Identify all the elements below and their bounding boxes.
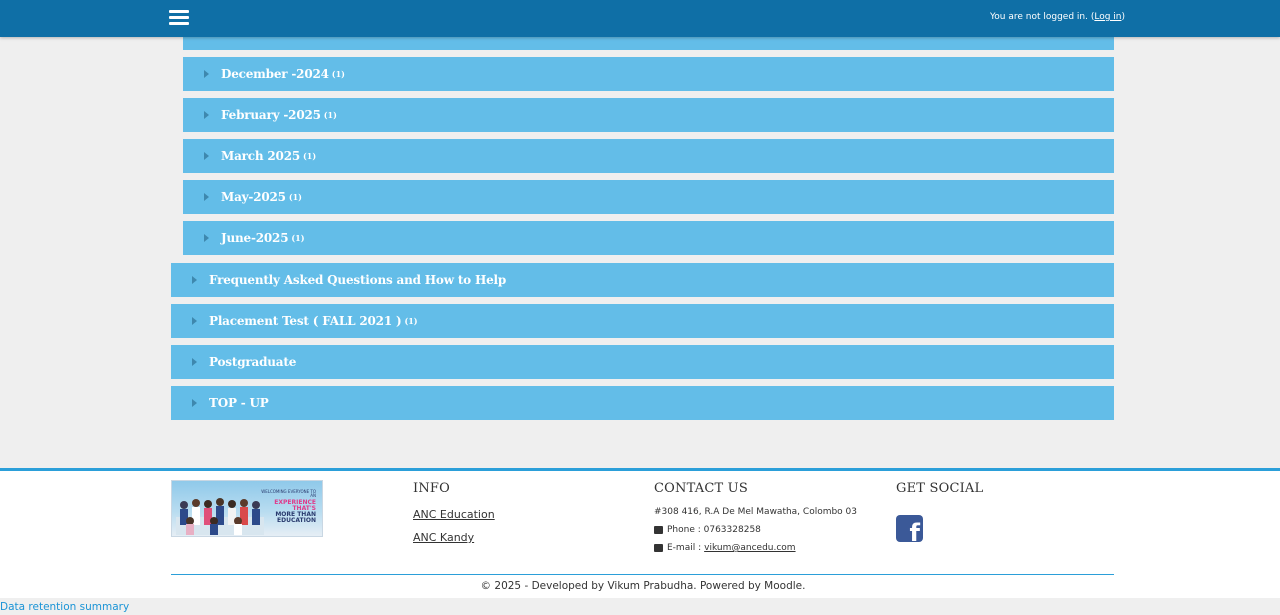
course-count: (1) — [331, 69, 345, 79]
course-count: (1) — [291, 233, 305, 243]
category-item[interactable]: Frequently Asked Questions and How to He… — [171, 263, 1114, 297]
category-name: March 2025 — [221, 149, 300, 163]
collapse-triangle-icon — [192, 358, 197, 366]
category-name: June-2025 — [221, 231, 289, 245]
collapse-triangle-icon — [192, 276, 197, 284]
banner-text: WELCOMING EVERYONE TO AN EXPERIENCE THAT… — [260, 490, 316, 524]
contact-address: #308 416, R.A De Mel Mawatha, Colombo 03 — [654, 507, 857, 517]
category-item[interactable]: May-2025 (1) — [183, 180, 1114, 214]
contact-email: E-mail : vikum@ancedu.com — [654, 543, 796, 553]
social-heading: GET SOCIAL — [896, 481, 984, 496]
collapse-triangle-icon — [204, 152, 209, 160]
category-item[interactable]: Postgraduate — [171, 345, 1114, 379]
category-name: Postgraduate — [209, 355, 297, 369]
category-name: May-2025 — [221, 190, 286, 204]
footer-link-anc-education[interactable]: ANC Education — [413, 508, 495, 521]
facebook-icon[interactable]: f — [896, 515, 923, 542]
login-close: ) — [1121, 12, 1125, 22]
login-info: You are not logged in. (Log in) — [990, 12, 1125, 22]
email-label: E-mail : — [667, 543, 702, 553]
hamburger-icon[interactable] — [169, 10, 189, 26]
category-name: February -2025 — [221, 108, 321, 122]
course-count: (1) — [288, 192, 302, 202]
category-name: Placement Test ( FALL 2021 ) — [209, 314, 402, 328]
category-item[interactable]: March 2025 (1) — [183, 139, 1114, 173]
course-count: (1) — [303, 151, 317, 161]
envelope-icon — [654, 544, 663, 552]
category-item[interactable]: February -2025 (1) — [183, 98, 1114, 132]
login-link[interactable]: Log in — [1094, 12, 1121, 22]
banner-line-4: EDUCATION — [277, 517, 316, 524]
contact-heading: CONTACT US — [654, 481, 748, 496]
collapse-triangle-icon — [192, 399, 197, 407]
email-link[interactable]: vikum@ancedu.com — [704, 543, 795, 553]
data-retention-link[interactable]: Data retention summary — [0, 601, 129, 613]
category-item[interactable]: TOP - UP — [171, 386, 1114, 420]
copyright-text: © 2025 - Developed by Vikum Prabudha. Po… — [480, 580, 806, 592]
phone-text: Phone : 0763328258 — [667, 525, 761, 535]
login-text: You are not logged in. ( — [989, 12, 1095, 22]
collapse-triangle-icon — [204, 193, 209, 201]
address-text: #308 416, R.A De Mel Mawatha, Colombo 03 — [654, 507, 858, 517]
footer: WELCOMING EVERYONE TO AN EXPERIENCE THAT… — [0, 471, 1280, 598]
footer-divider — [171, 574, 1114, 575]
promo-banner-image: WELCOMING EVERYONE TO AN EXPERIENCE THAT… — [171, 480, 323, 537]
category-item[interactable]: June-2025 (1) — [183, 221, 1114, 255]
collapse-triangle-icon — [192, 317, 197, 325]
course-count: (1) — [323, 110, 337, 120]
students-group-image — [176, 498, 264, 535]
navbar: You are not logged in. (Log in) — [0, 0, 1280, 37]
collapse-triangle-icon — [204, 111, 209, 119]
category-name: TOP - UP — [209, 396, 269, 410]
phone-icon — [654, 526, 663, 534]
category-name: December -2024 — [221, 67, 329, 81]
banner-line-1: WELCOMING EVERYONE TO AN — [261, 489, 316, 498]
category-item[interactable]: December -2024 (1) — [183, 57, 1114, 91]
collapse-triangle-icon — [204, 234, 209, 242]
course-count: (1) — [404, 316, 418, 326]
contact-phone: Phone : 0763328258 — [654, 525, 761, 535]
collapse-triangle-icon — [204, 70, 209, 78]
category-item[interactable]: Placement Test ( FALL 2021 ) (1) — [171, 304, 1114, 338]
category-name: Frequently Asked Questions and How to He… — [209, 273, 507, 287]
info-heading: INFO — [413, 481, 450, 496]
footer-link-anc-kandy[interactable]: ANC Kandy — [413, 531, 474, 544]
